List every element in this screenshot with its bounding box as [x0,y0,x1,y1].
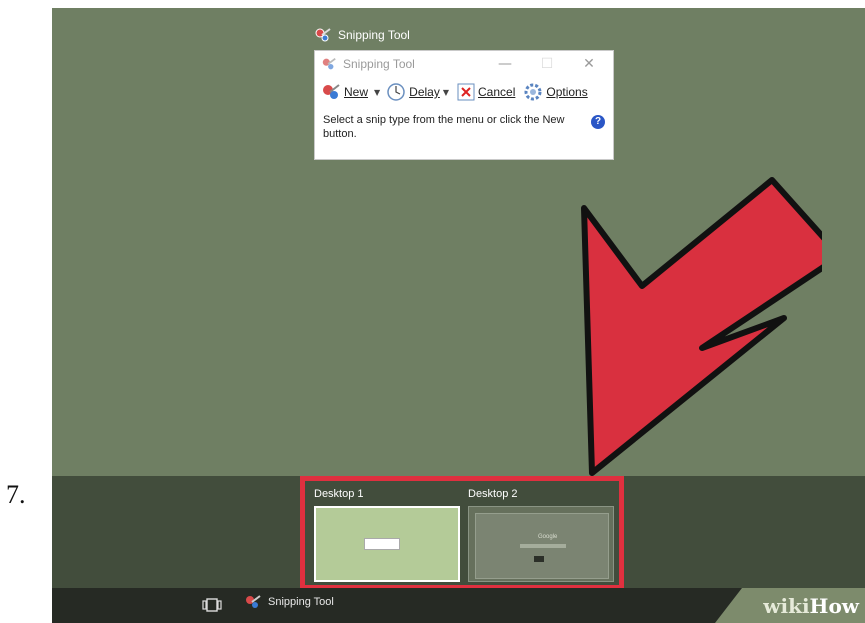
clock-icon [387,83,405,101]
gear-icon [524,83,542,101]
step-number: 7. [6,480,26,509]
help-icon[interactable]: ? [591,115,605,129]
snipping-tool-window: Snipping Tool — ☐ ✕ New ▼ Delay ▼ Cancel… [314,50,614,160]
floating-window-title: Snipping Tool [314,24,410,46]
minimize-button[interactable]: — [487,56,523,72]
window-body: Select a snip type from the menu or clic… [315,107,613,147]
delay-button[interactable]: Delay ▼ [384,80,451,104]
taskbar: Snipping Tool wiki How [52,588,865,623]
red-arrow-annotation [581,177,822,476]
window-title: Snipping Tool [343,57,415,71]
mini-doodle [534,556,544,562]
close-button[interactable]: ✕ [571,56,607,72]
desktop-1[interactable]: Desktop 1 [314,488,460,582]
mini-search-bar [520,544,566,548]
desktop-1-label: Desktop 1 [314,488,364,500]
mini-window-preview [364,538,400,550]
maximize-button[interactable]: ☐ [529,56,565,72]
desktop-screen: Snipping Tool Snipping Tool — ☐ ✕ New ▼ … [52,8,865,623]
scissors-icon [322,57,336,70]
wikihow-logo: wiki How [715,588,865,623]
taskbar-app-label: Snipping Tool [268,596,334,608]
task-view-icon[interactable] [202,598,222,612]
mini-browser-preview: Google [475,513,609,579]
scissors-icon [246,595,261,608]
cancel-button[interactable]: Cancel [455,81,517,103]
cancel-button-label: Cancel [478,85,516,99]
cancel-icon [457,83,475,101]
desktop-2[interactable]: Desktop 2 Google [468,488,614,582]
task-view-strip: Desktop 1 Desktop 2 Google [52,476,865,590]
new-button[interactable]: New [319,80,370,104]
delay-button-label: Delay [409,85,440,99]
desktop-2-thumbnail[interactable]: Google [468,506,614,582]
window-titlebar[interactable]: Snipping Tool — ☐ ✕ [315,51,613,77]
new-dropdown-caret[interactable]: ▼ [374,88,380,97]
floating-title-text: Snipping Tool [338,28,410,42]
delay-dropdown-caret: ▼ [442,87,450,97]
window-toolbar: New ▼ Delay ▼ Cancel Options [315,77,613,107]
wikihow-logo-how: How [809,593,859,618]
scissors-icon [315,28,331,42]
taskbar-snipping-tool[interactable]: Snipping Tool [244,593,334,611]
options-button[interactable]: Options [521,80,589,104]
instruction-text: Select a snip type from the menu or clic… [323,114,565,140]
desktop-2-label: Desktop 2 [468,488,518,500]
new-button-label: New [344,85,369,99]
desktop-1-thumbnail[interactable] [314,506,460,582]
wikihow-logo-wiki: wiki [763,593,810,618]
mini-google-logo: Google [538,534,558,540]
options-button-label: Options [546,85,588,99]
scissors-icon [323,84,340,99]
